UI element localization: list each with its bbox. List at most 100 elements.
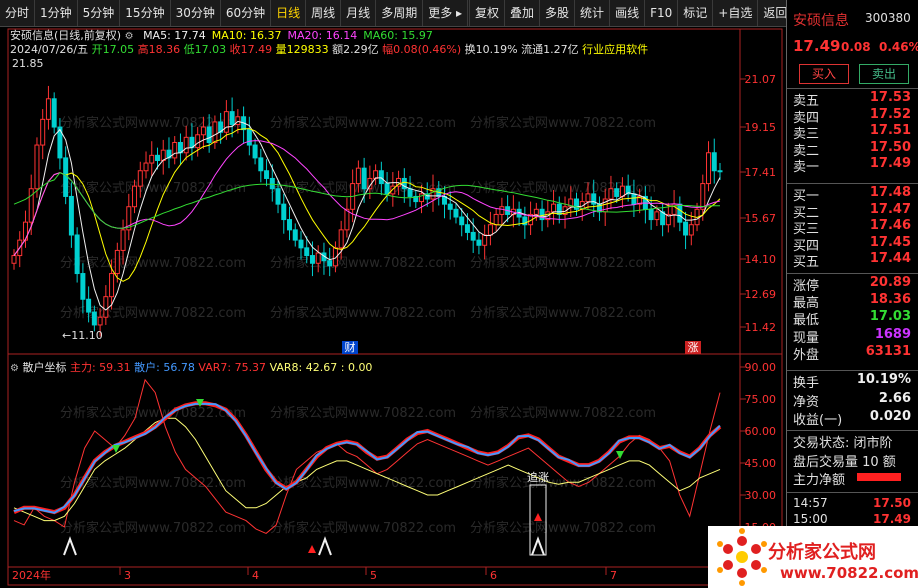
quote-row: 外盘 63131	[787, 343, 918, 363]
tool-button[interactable]: 画线	[609, 0, 644, 26]
fundamental-value: 0.020	[869, 409, 911, 424]
buy-button[interactable]: 买入	[799, 64, 849, 84]
quote-value: 20.89	[869, 275, 911, 290]
candle-body	[717, 170, 723, 173]
period-tab[interactable]: 60分钟	[221, 0, 272, 26]
chg-label: 幅	[382, 43, 394, 56]
period-tab[interactable]: 日线	[271, 0, 307, 26]
candle-body	[384, 183, 390, 195]
candle-body	[327, 260, 333, 267]
period-tab[interactable]: 5分钟	[78, 0, 121, 26]
price-axis-label: 14.10	[745, 253, 777, 266]
candle-body	[275, 188, 281, 205]
candle-body	[114, 249, 120, 275]
candle-body	[183, 136, 189, 154]
quote-row: 买一 17.48	[787, 185, 918, 204]
quote-value: 17.49	[869, 156, 911, 172]
quote-label: 卖一	[793, 160, 820, 176]
watermark-text: 分析家公式网www.70822.com	[270, 405, 456, 421]
candle-body	[482, 234, 488, 246]
candle-body	[195, 134, 201, 149]
tool-button[interactable]: 统计	[574, 0, 609, 26]
candle-body	[154, 154, 160, 161]
bid-book: 买一 17.48 买二 17.47 买三 17.46 买四 17.45 买五 17.44	[787, 185, 918, 270]
tool-button[interactable]: 叠加	[504, 0, 539, 26]
period-tabs: 分时 1分钟 5分钟 15分钟 30分钟 60分钟 日线 周线 月线 多周期 更多 ▸	[0, 0, 469, 26]
fundamental-label: 收益(一)	[793, 413, 843, 428]
candle-body	[287, 219, 293, 231]
period-tab[interactable]: 多周期	[376, 0, 424, 26]
candle-body	[172, 141, 178, 159]
watermark-text: 分析家公式网www.70822.com	[60, 520, 246, 536]
quote-value: 17.46	[869, 218, 911, 234]
candle-body	[373, 170, 379, 179]
kline-chart[interactable]: 分析家公式网www.70822.com 分析家公式网www.70822.com 分析…	[0, 27, 784, 588]
watermark-text: 分析家公式网www.70822.com	[470, 405, 656, 421]
date-label: 2024/07/26/五	[10, 43, 89, 56]
site-logo: 分析家公式网 www.70822.com	[708, 526, 918, 588]
quote-value: 17.48	[869, 185, 911, 200]
period-tab[interactable]: 1分钟	[35, 0, 78, 26]
period-tab[interactable]: 周线	[306, 0, 342, 26]
x-axis-label: 3	[124, 569, 131, 582]
candle-body	[74, 234, 80, 275]
candle-body	[132, 185, 138, 208]
candle-body	[344, 208, 350, 231]
candle-body	[447, 203, 453, 210]
x-axis-label: 5	[370, 569, 377, 582]
quote-label: 外盘	[793, 347, 820, 363]
tool-button[interactable]: +自选	[712, 0, 757, 26]
price-axis-label: 19.15	[745, 121, 777, 134]
quote-value: 17.49	[873, 512, 911, 526]
tool-button[interactable]: 标记	[677, 0, 712, 26]
x-axis-label: 7	[610, 569, 617, 582]
candle-body	[677, 203, 683, 223]
period-tab[interactable]: 月线	[341, 0, 377, 26]
var8-label: VAR8: 42.67 : 0.00	[269, 361, 373, 374]
candle-body	[711, 152, 717, 172]
var7-line	[13, 378, 721, 534]
candle-body	[206, 126, 212, 143]
candle-body	[407, 188, 413, 197]
price-axis-label: 17.41	[745, 166, 777, 179]
period-tab[interactable]: 15分钟	[120, 0, 171, 26]
net-flow-bar	[857, 473, 901, 481]
candle-body	[292, 229, 298, 241]
quote-value: 63131	[865, 343, 911, 359]
candle-body	[464, 224, 470, 233]
tool-button[interactable]: 复权	[469, 0, 504, 26]
candle-body	[80, 273, 86, 300]
period-tab[interactable]: 30分钟	[171, 0, 221, 26]
quote-row: 卖一 17.49	[787, 156, 918, 176]
candle-body	[212, 121, 218, 143]
session-info: 交易状态: 闭市阶 盘后交易量 10 额 主力净额	[787, 432, 918, 488]
candle-body	[51, 98, 57, 128]
tool-button[interactable]: 多股	[539, 0, 574, 26]
quote-panel: 安硕信息 300380 17.49 0.08 0.46% 买入 卖出 卖五 17.…	[786, 0, 918, 588]
indicator-axis-label: 45.00	[745, 457, 777, 470]
candle-body	[120, 229, 126, 251]
fundamental-value: 10.19%	[856, 372, 911, 387]
candle-body	[109, 273, 115, 298]
quote-row: 涨停 20.89	[787, 275, 918, 294]
candle-body	[229, 111, 235, 125]
candle-body	[476, 239, 482, 246]
candle-body	[97, 316, 103, 326]
close-label: 收	[229, 43, 241, 56]
tool-button[interactable]: F10	[644, 0, 677, 26]
var8-line	[13, 417, 721, 522]
trade-buttons: 买入 卖出	[787, 62, 918, 84]
divider	[787, 430, 918, 431]
candle-body	[103, 296, 109, 318]
low-label: 低	[183, 43, 195, 56]
gear-icon[interactable]: ⚙	[10, 363, 19, 374]
sell-button[interactable]: 卖出	[859, 64, 909, 84]
ask-book: 卖五 17.53 卖四 17.52 卖三 17.51 卖二 17.50 卖一 17.49	[787, 90, 918, 176]
candle-body	[551, 203, 557, 213]
period-tab[interactable]: 分时	[0, 0, 36, 26]
toolbar: 分时 1分钟 5分钟 15分钟 30分钟 60分钟 日线 周线 月线 多周期 更多 ▸ 复权 叠加 多股…	[0, 0, 918, 27]
fundamentals: 换手 10.19% 净资 2.66 收益(一) 0.020	[787, 372, 918, 428]
tick-list: 14:57 17.50 15:00 17.49	[787, 496, 918, 528]
period-tab[interactable]: 更多 ▸	[423, 0, 469, 26]
candle-body	[608, 188, 614, 200]
